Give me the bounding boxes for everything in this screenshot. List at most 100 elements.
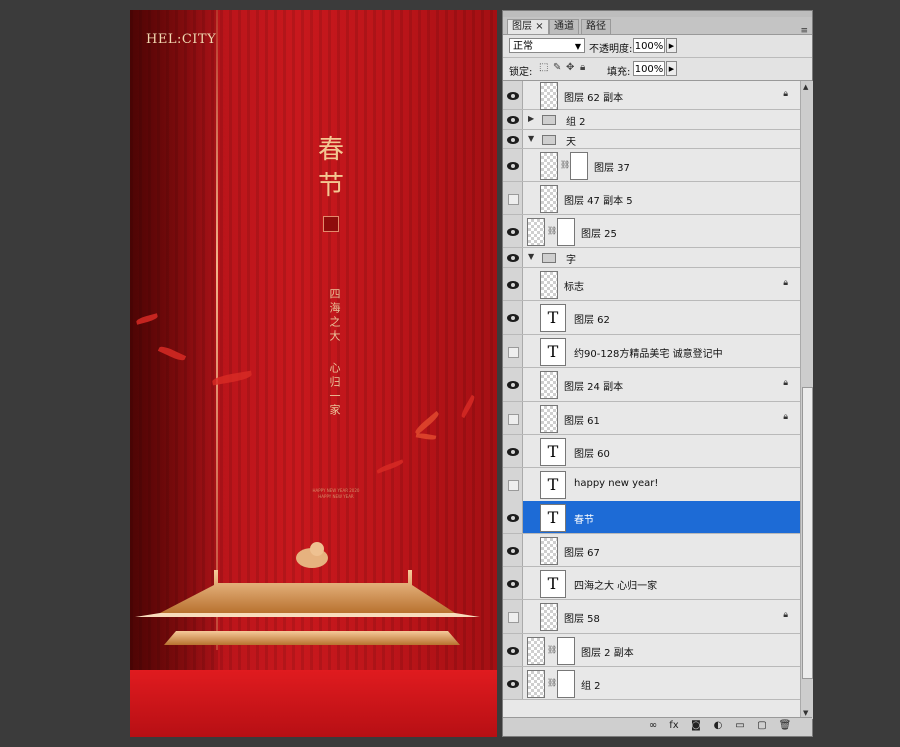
scroll-down-icon[interactable]: ▼ [803,709,808,717]
mask-link-icon[interactable]: ⛓ [547,226,557,235]
visibility-toggle[interactable] [503,435,523,467]
visibility-toggle[interactable] [503,182,523,214]
visibility-toggle[interactable] [503,248,523,267]
layer-thumbnail[interactable] [527,670,545,698]
layer-mask-thumbnail[interactable] [557,218,575,246]
opacity-field[interactable]: 100% [633,38,665,53]
eye-icon[interactable] [507,547,519,555]
layer-thumbnail[interactable] [527,218,545,246]
layer-thumbnail[interactable] [540,371,558,399]
layer-thumbnail[interactable] [540,152,558,180]
visibility-toggle[interactable] [503,215,523,247]
visibility-toggle[interactable] [503,335,523,367]
layer-thumbnail[interactable] [540,82,558,110]
visibility-toggle[interactable] [503,130,523,148]
layer-mask-thumbnail[interactable] [557,637,575,665]
document-canvas[interactable]: HEL:CITY 春节 四海之大 心归一家 HAPPY NEW YEAR 202… [130,10,497,737]
eye-icon[interactable] [507,580,519,588]
eye-icon[interactable] [507,514,519,522]
eye-icon[interactable] [507,116,519,124]
visibility-toggle[interactable] [503,268,523,300]
layer-row[interactable]: 图层 67 [503,534,800,567]
mask-link-icon[interactable]: ⛓ [547,678,557,687]
layer-row[interactable]: Thappy new year! [503,468,800,502]
visibility-toggle[interactable] [503,468,523,501]
eye-icon[interactable] [507,254,519,262]
visibility-toggle[interactable] [503,301,523,334]
tab-paths[interactable]: 路径 [581,19,611,34]
layer-thumbnail[interactable] [540,537,558,565]
mask-link-icon[interactable]: ⛓ [547,645,557,654]
collapse-triangle-icon[interactable]: ▼ [528,134,534,143]
layer-group-row[interactable]: ▼ 天 [503,130,800,149]
text-layer-thumbnail[interactable]: T [540,471,566,499]
eye-icon[interactable] [507,448,519,456]
fx-icon[interactable]: fx [667,720,681,731]
layer-mask-thumbnail[interactable] [557,670,575,698]
tab-close-icon[interactable]: × [535,21,543,32]
layer-row[interactable]: 图层 24 副本 🔒︎ [503,368,800,402]
visibility-toggle[interactable] [503,149,523,181]
layer-thumbnail[interactable] [540,405,558,433]
text-layer-thumbnail[interactable]: T [540,570,566,598]
link-icon[interactable]: ∞ [646,720,660,731]
layer-row[interactable]: T 四海之大 心归一家 [503,567,800,600]
layer-row[interactable]: ⛓ 图层 2 副本 [503,634,800,667]
layer-thumbnail[interactable] [540,603,558,631]
fill-slider-button[interactable]: ▶ [666,61,677,76]
layer-mask-thumbnail[interactable] [570,152,588,180]
lock-paint-icon[interactable]: ✎ [553,62,561,73]
visibility-off-box[interactable] [508,612,519,623]
layer-row[interactable]: T 图层 60 [503,435,800,468]
opacity-slider-button[interactable]: ▶ [666,38,677,53]
eye-icon[interactable] [507,92,519,100]
layer-row[interactable]: T 春节 [503,501,800,534]
mask-link-icon[interactable]: ⛓ [560,160,570,169]
delete-icon[interactable]: 🗑 [778,720,792,731]
layer-row[interactable]: T 约90-128方精品美宅 诚意登记中 [503,335,800,368]
text-layer-thumbnail[interactable]: T [540,304,566,332]
eye-icon[interactable] [507,680,519,688]
layer-row[interactable]: 图层 61 🔒︎ [503,402,800,435]
layer-row[interactable]: ⛓ 图层 25 [503,215,800,248]
scrollbar-thumb[interactable] [802,387,813,679]
visibility-toggle[interactable] [503,81,523,109]
visibility-toggle[interactable] [503,402,523,434]
visibility-toggle[interactable] [503,600,523,633]
layer-row[interactable]: ⛓ 图层 37 [503,149,800,182]
layer-group-row[interactable]: ▼ 字 [503,248,800,268]
visibility-off-box[interactable] [508,414,519,425]
visibility-toggle[interactable] [503,634,523,666]
scroll-up-icon[interactable]: ▲ [803,83,808,91]
eye-icon[interactable] [507,228,519,236]
mask-icon[interactable]: ◙ [689,720,703,731]
text-layer-thumbnail[interactable]: T [540,504,566,532]
eye-icon[interactable] [507,281,519,289]
layer-row[interactable]: T 图层 62 [503,301,800,335]
layers-scrollbar[interactable]: ▲ ▼ [800,81,813,719]
eye-icon[interactable] [507,136,519,144]
layer-row[interactable]: 图层 58 🔒︎ [503,600,800,634]
adjustment-icon[interactable]: ◐ [711,720,725,731]
visibility-off-box[interactable] [508,480,519,491]
fill-field[interactable]: 100% [633,61,665,76]
lock-transparent-icon[interactable]: ⬚ [539,62,548,73]
eye-icon[interactable] [507,647,519,655]
visibility-off-box[interactable] [508,194,519,205]
tab-layers[interactable]: 图层 × [507,19,549,34]
tab-channels[interactable]: 通道 [549,19,579,34]
eye-icon[interactable] [507,314,519,322]
layer-row[interactable]: 图层 47 副本 5 [503,182,800,215]
expand-triangle-icon[interactable]: ▶ [528,114,534,123]
new-layer-icon[interactable]: ▢ [755,720,769,731]
text-layer-thumbnail[interactable]: T [540,338,566,366]
layer-row[interactable]: 图层 62 副本 🔒︎ [503,81,800,110]
blend-mode-select[interactable]: 正常 ▼ [509,38,585,53]
layer-thumbnail[interactable] [540,185,558,213]
layers-list[interactable]: 图层 62 副本 🔒︎ ▶ 组 2 ▼ 天 ⛓ 图层 37 图层 47 副本 5 ⛓ 图层 25 ▼ 字… [503,81,800,719]
visibility-toggle[interactable] [503,501,523,533]
layer-row[interactable]: ⛓ 组 2 [503,667,800,700]
new-group-icon[interactable]: ▭ [733,720,747,731]
eye-icon[interactable] [507,381,519,389]
lock-move-icon[interactable]: ✥ [566,62,574,73]
